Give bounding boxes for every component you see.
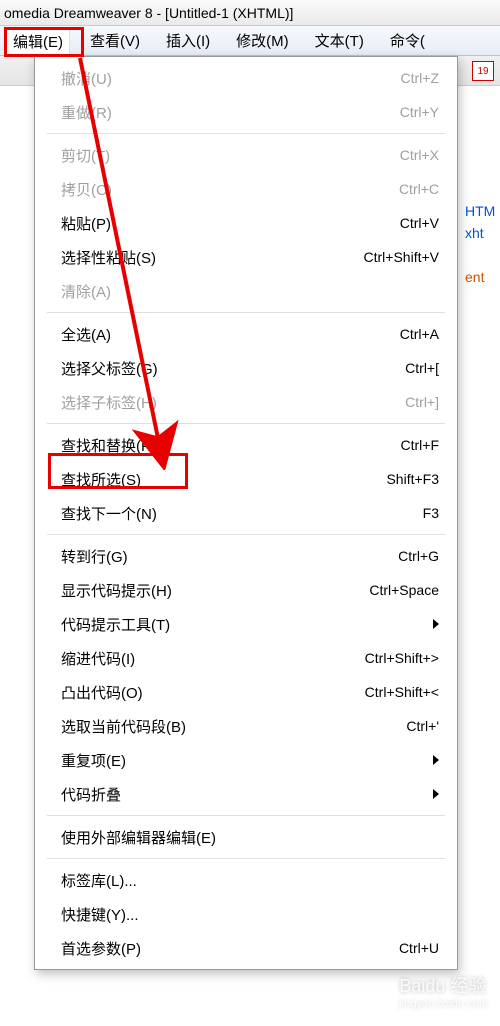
- menuitem-indent-code[interactable]: 缩进代码(I)Ctrl+Shift+>: [37, 641, 455, 675]
- menuitem-preferences[interactable]: 首选参数(P)Ctrl+U: [37, 931, 455, 965]
- separator: [47, 858, 445, 859]
- menuitem-select-snippet[interactable]: 选取当前代码段(B)Ctrl+': [37, 709, 455, 743]
- menu-edit[interactable]: 编辑(E): [6, 28, 70, 54]
- menuitem-select-child-tag[interactable]: 选择子标签(H)Ctrl+]: [37, 385, 455, 419]
- separator: [47, 534, 445, 535]
- menuitem-cut[interactable]: 剪切(T)Ctrl+X: [37, 138, 455, 172]
- code-view-peek: HTM xht ent: [465, 200, 500, 288]
- menuitem-repeat[interactable]: 重复项(E): [37, 743, 455, 777]
- separator: [47, 312, 445, 313]
- menuitem-copy[interactable]: 拷贝(C)Ctrl+C: [37, 172, 455, 206]
- watermark: Baidu 经验 jingyan.baidu.com: [399, 972, 488, 1010]
- edit-dropdown-menu: 撤消(U)Ctrl+Z 重做(R)Ctrl+Y 剪切(T)Ctrl+X 拷贝(C…: [34, 56, 458, 970]
- menuitem-code-hint-tools[interactable]: 代码提示工具(T): [37, 607, 455, 641]
- menuitem-find-replace[interactable]: 查找和替换(F)Ctrl+F: [37, 428, 455, 462]
- menuitem-goto-line[interactable]: 转到行(G)Ctrl+G: [37, 539, 455, 573]
- menuitem-select-parent-tag[interactable]: 选择父标签(G)Ctrl+[: [37, 351, 455, 385]
- menuitem-paste-special[interactable]: 选择性粘贴(S)Ctrl+Shift+V: [37, 240, 455, 274]
- menuitem-code-collapse[interactable]: 代码折叠: [37, 777, 455, 811]
- menuitem-shortcuts[interactable]: 快捷键(Y)...: [37, 897, 455, 931]
- menuitem-find-next[interactable]: 查找下一个(N)F3: [37, 496, 455, 530]
- separator: [47, 815, 445, 816]
- menuitem-show-code-hints[interactable]: 显示代码提示(H)Ctrl+Space: [37, 573, 455, 607]
- menuitem-select-all[interactable]: 全选(A)Ctrl+A: [37, 317, 455, 351]
- separator: [47, 423, 445, 424]
- menuitem-clear[interactable]: 清除(A): [37, 274, 455, 308]
- submenu-arrow-icon: [433, 619, 439, 629]
- menuitem-external-editor[interactable]: 使用外部编辑器编辑(E): [37, 820, 455, 854]
- menu-text[interactable]: 文本(T): [309, 28, 370, 53]
- menuitem-undo[interactable]: 撤消(U)Ctrl+Z: [37, 61, 455, 95]
- menuitem-redo[interactable]: 重做(R)Ctrl+Y: [37, 95, 455, 129]
- calendar-icon[interactable]: 19: [472, 61, 494, 81]
- submenu-arrow-icon: [433, 755, 439, 765]
- menuitem-find-selection[interactable]: 查找所选(S)Shift+F3: [37, 462, 455, 496]
- menu-commands[interactable]: 命令(: [384, 28, 431, 53]
- menuitem-paste[interactable]: 粘贴(P)Ctrl+V: [37, 206, 455, 240]
- submenu-arrow-icon: [433, 789, 439, 799]
- menu-view[interactable]: 查看(V): [84, 28, 146, 53]
- menuitem-outdent-code[interactable]: 凸出代码(O)Ctrl+Shift+<: [37, 675, 455, 709]
- menu-insert[interactable]: 插入(I): [160, 28, 216, 53]
- menuitem-tag-library[interactable]: 标签库(L)...: [37, 863, 455, 897]
- menubar: 编辑(E) 查看(V) 插入(I) 修改(M) 文本(T) 命令(: [0, 26, 500, 56]
- separator: [47, 133, 445, 134]
- window-title: omedia Dreamweaver 8 - [Untitled-1 (XHTM…: [0, 0, 500, 26]
- menu-modify[interactable]: 修改(M): [230, 28, 295, 53]
